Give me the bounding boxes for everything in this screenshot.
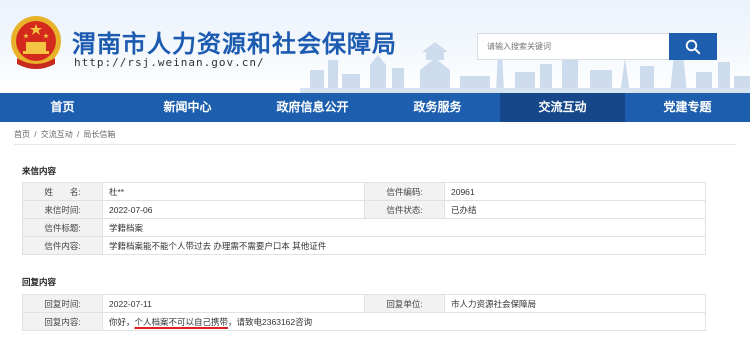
breadcrumb: 首页 / 交流互动 / 局长信箱 bbox=[14, 129, 117, 140]
code-value: 20961 bbox=[444, 182, 706, 201]
reply-time-value: 2022-07-11 bbox=[102, 294, 365, 313]
table-row: 回复内容: 你好，个人档案不可以自己携带，请致电2363162咨询 bbox=[22, 312, 706, 331]
table-row: 来信时间: 2022-07-06 信件状态: 已办结 bbox=[22, 200, 706, 219]
time-label: 来信时间: bbox=[22, 200, 103, 219]
reply-content-prefix: 你好， bbox=[109, 316, 135, 327]
site-title[interactable]: 渭南市人力资源和社会保障局 bbox=[72, 24, 397, 59]
nav-item-interaction[interactable]: 交流互动 bbox=[500, 93, 625, 122]
table-row: 信件标题: 学籍档案 bbox=[22, 218, 706, 237]
table-row: 信件内容: 学籍档案能不能个人带过去 办理需不需要户口本 其他证件 bbox=[22, 236, 706, 255]
nav-item-party[interactable]: 党建专题 bbox=[625, 93, 750, 122]
breadcrumb-separator: / bbox=[34, 130, 37, 139]
table-row: 姓 名: 杜** 信件编码: 20961 bbox=[22, 182, 706, 201]
reply-time-label: 回复时间: bbox=[22, 294, 103, 313]
reply-unit-label: 回复单位: bbox=[364, 294, 445, 313]
search-input[interactable] bbox=[477, 33, 669, 60]
code-label: 信件编码: bbox=[364, 182, 445, 201]
status-value: 已办结 bbox=[444, 200, 706, 219]
nav-item-news[interactable]: 新闻中心 bbox=[125, 93, 250, 122]
national-emblem-logo bbox=[11, 16, 61, 69]
search-button[interactable] bbox=[669, 33, 717, 60]
divider bbox=[14, 144, 736, 145]
letter-table: 姓 名: 杜** 信件编码: 20961 来信时间: 2022-07-06 信件… bbox=[22, 182, 706, 255]
site-header: 渭南市人力资源和社会保障局 http://rsj.weinan.gov.cn/ bbox=[0, 0, 750, 93]
letter-section-title: 来信内容 bbox=[22, 166, 57, 176]
reply-section-title: 回复内容 bbox=[22, 277, 57, 287]
reply-content-value: 你好，个人档案不可以自己携带，请致电2363162咨询 bbox=[102, 312, 706, 331]
status-label: 信件状态: bbox=[364, 200, 445, 219]
nav-item-services[interactable]: 政务服务 bbox=[375, 93, 500, 122]
table-row: 回复时间: 2022-07-11 回复单位: 市人力资源社会保障局 bbox=[22, 294, 706, 313]
main-nav: 首页 新闻中心 政府信息公开 政务服务 交流互动 党建专题 bbox=[0, 93, 750, 122]
nav-item-home[interactable]: 首页 bbox=[0, 93, 125, 122]
reply-content-highlight: 个人档案不可以自己携带 bbox=[134, 316, 229, 327]
content-value: 学籍档案能不能个人带过去 办理需不需要户口本 其他证件 bbox=[102, 236, 706, 255]
name-value: 杜** bbox=[102, 182, 365, 201]
nav-item-gov-info[interactable]: 政府信息公开 bbox=[250, 93, 375, 122]
reply-unit-value: 市人力资源社会保障局 bbox=[444, 294, 706, 313]
breadcrumb-home[interactable]: 首页 bbox=[14, 130, 30, 139]
time-value: 2022-07-06 bbox=[102, 200, 365, 219]
site-url: http://rsj.weinan.gov.cn/ bbox=[74, 56, 265, 69]
reply-content-label: 回复内容: bbox=[22, 312, 103, 331]
reply-content-suffix: ，请致电2363162咨询 bbox=[228, 316, 313, 327]
search-icon bbox=[685, 39, 701, 54]
content-label: 信件内容: bbox=[22, 236, 103, 255]
subject-value: 学籍档案 bbox=[102, 218, 706, 237]
breadcrumb-separator: / bbox=[76, 130, 80, 139]
reply-table: 回复时间: 2022-07-11 回复单位: 市人力资源社会保障局 回复内容: … bbox=[22, 294, 706, 331]
subject-label: 信件标题: bbox=[22, 218, 103, 237]
breadcrumb-mailbox[interactable]: 局长信箱 bbox=[83, 130, 115, 139]
breadcrumb-interaction[interactable]: 交流互动 bbox=[41, 130, 73, 139]
name-label: 姓 名: bbox=[22, 182, 103, 201]
